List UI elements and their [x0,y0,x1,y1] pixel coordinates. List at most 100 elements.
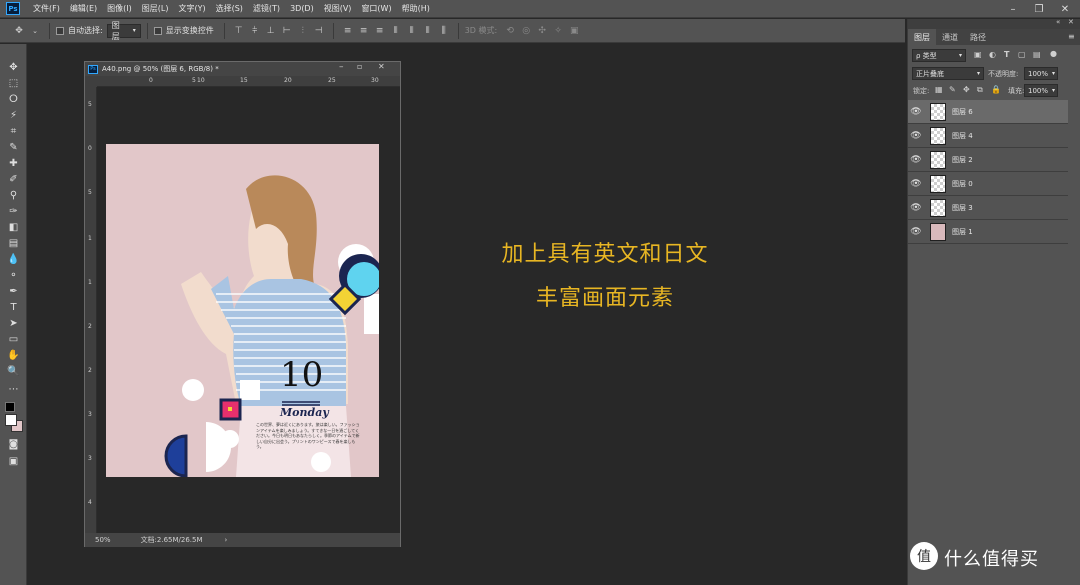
filter-shape-icon[interactable]: ▢ [1018,50,1026,59]
history-brush-icon[interactable]: ✑ [6,204,21,218]
horizontal-ruler[interactable]: 0 5 10 15 20 25 30 [97,76,400,87]
3d-scale-icon[interactable]: ▣ [569,26,579,36]
menu-help[interactable]: 帮助(H) [397,3,435,14]
align-vcenter-icon[interactable]: ⫩ [250,26,260,36]
align-top-icon[interactable]: ⊤ [234,26,244,36]
align-hcenter-icon[interactable]: ⫶ [298,26,308,36]
lock-position-icon[interactable]: ✥ [963,85,970,94]
fill-field[interactable]: 100% ▾ [1024,84,1058,97]
vertical-ruler[interactable]: 5 0 5 1 1 2 2 3 3 4 [85,87,97,533]
menu-3d[interactable]: 3D(D) [285,4,319,13]
close-icon[interactable]: ✕ [1052,0,1078,18]
dodge-tool-icon[interactable]: ⚬ [6,268,21,282]
crop-tool-icon[interactable]: ⌗ [6,124,21,138]
lock-all-icon[interactable]: 🔒 [991,85,1001,94]
zoom-level[interactable]: 50% [95,536,111,544]
show-transform-checkbox[interactable] [153,26,162,35]
menu-filter[interactable]: 滤镜(T) [248,3,285,14]
visibility-eye-icon[interactable]: 👁 [908,203,924,213]
gradient-tool-icon[interactable]: ▤ [6,236,21,250]
artboard-canvas[interactable]: 10 Monday この世界、夢は近くにあります。旅は楽しい。ファッションアイテ… [106,144,379,477]
clone-stamp-icon[interactable]: ⚲ [6,188,21,202]
3d-slide-icon[interactable]: ✧ [553,26,563,36]
filter-smart-object-icon[interactable]: ▤ [1033,50,1041,59]
default-colors-icon[interactable] [5,402,15,412]
3d-roll-icon[interactable]: ◎ [521,26,531,36]
menu-view[interactable]: 视图(V) [319,3,357,14]
auto-select-checkbox[interactable] [56,26,64,35]
tab-channels[interactable]: 通道 [936,29,964,45]
layer-row[interactable]: 👁 图层 2 [908,148,1068,172]
magic-wand-icon[interactable]: ⚡ [6,108,21,122]
chevron-down-icon[interactable]: ⌄ [30,26,40,36]
quick-mask-icon[interactable]: ◙ [6,437,21,451]
eraser-tool-icon[interactable]: ◧ [6,220,21,234]
lock-transparent-icon[interactable]: ▦ [935,85,943,94]
menu-image[interactable]: 图像(I) [102,3,137,14]
3d-pan-icon[interactable]: ✣ [537,26,547,36]
eyedropper-icon[interactable]: ✎ [6,140,21,154]
visibility-eye-icon[interactable]: 👁 [908,155,924,165]
lasso-tool-icon[interactable]: ⵔ [6,92,21,106]
more-tools-icon[interactable]: ⋯ [6,382,21,396]
visibility-eye-icon[interactable]: 👁 [908,107,924,117]
pen-tool-icon[interactable]: ✒ [6,284,21,298]
shape-tool-icon[interactable]: ▭ [6,332,21,346]
zoom-tool-icon[interactable]: 🔍 [6,364,21,378]
tab-paths[interactable]: 路径 [964,29,992,45]
visibility-eye-icon[interactable]: 👁 [908,131,924,141]
minimize-icon[interactable]: – [1000,0,1026,18]
filter-toggle-icon[interactable]: ● [1050,49,1057,58]
chevron-right-icon[interactable]: › [225,536,228,544]
photoshop-logo-icon[interactable]: Ps [6,2,20,15]
distribute-hcenter-icon[interactable]: ⦀ [407,26,417,36]
move-tool-icon[interactable]: ✥ [14,26,24,36]
layer-row[interactable]: 👁 图层 4 [908,124,1068,148]
menu-select[interactable]: 选择(S) [211,3,248,14]
type-tool-icon[interactable]: T [6,300,21,314]
foreground-color-swatch[interactable] [5,414,17,426]
layer-row[interactable]: 👁 图层 1 [908,220,1068,244]
file-size-info[interactable]: 文档:2.65M/26.5M [141,535,203,545]
restore-icon[interactable]: ▫ [357,62,362,71]
tab-layers[interactable]: 图层 [908,29,936,45]
close-icon[interactable]: ✕ [378,62,385,71]
layer-filter-dropdown[interactable]: ρ 类型 ▾ [912,49,966,62]
restore-icon[interactable]: ❐ [1026,0,1052,18]
distribute-bottom-icon[interactable]: ≡ [375,26,385,36]
visibility-eye-icon[interactable]: 👁 [908,227,924,237]
brush-tool-icon[interactable]: ✐ [6,172,21,186]
align-bottom-icon[interactable]: ⊥ [266,26,276,36]
filter-adjustment-icon[interactable]: ◐ [989,50,996,59]
layer-row[interactable]: 👁 图层 3 [908,196,1068,220]
blur-tool-icon[interactable]: 💧 [6,252,21,266]
lock-pixels-icon[interactable]: ✎ [949,85,956,94]
filter-type-icon[interactable]: T [1004,50,1009,59]
layer-row[interactable]: 👁 图层 0 [908,172,1068,196]
healing-brush-icon[interactable]: ✚ [6,156,21,170]
menu-file[interactable]: 文件(F) [28,3,65,14]
auto-align-icon[interactable]: ⫼ [439,26,449,36]
distribute-left-icon[interactable]: ⦀ [391,26,401,36]
3d-orbit-icon[interactable]: ⟲ [505,26,515,36]
collapse-icon[interactable]: « [1056,18,1060,26]
blend-mode-dropdown[interactable]: 正片叠底 ▾ [912,67,984,80]
filter-pixel-icon[interactable]: ▣ [974,50,982,59]
distribute-right-icon[interactable]: ⦀ [423,26,433,36]
ruler-origin[interactable] [85,76,97,87]
layer-row[interactable]: 👁 图层 6 [908,100,1068,124]
hand-tool-icon[interactable]: ✋ [6,348,21,362]
align-right-icon[interactable]: ⊣ [314,26,324,36]
document-tab[interactable]: Ps A40.png @ 50% (图层 6, RGB/8) * – ▫ ✕ [85,62,400,76]
menu-edit[interactable]: 编辑(E) [65,3,102,14]
close-icon[interactable]: ✕ [1068,18,1074,26]
panel-menu-icon[interactable]: ≡ [1068,32,1075,41]
screen-mode-icon[interactable]: ▣ [6,454,21,468]
menu-window[interactable]: 窗口(W) [356,3,396,14]
align-left-icon[interactable]: ⊢ [282,26,292,36]
distribute-vcenter-icon[interactable]: ≡ [359,26,369,36]
distribute-top-icon[interactable]: ≡ [343,26,353,36]
visibility-eye-icon[interactable]: 👁 [908,179,924,189]
path-selection-icon[interactable]: ➤ [6,316,21,330]
opacity-field[interactable]: 100% ▾ [1024,67,1058,80]
